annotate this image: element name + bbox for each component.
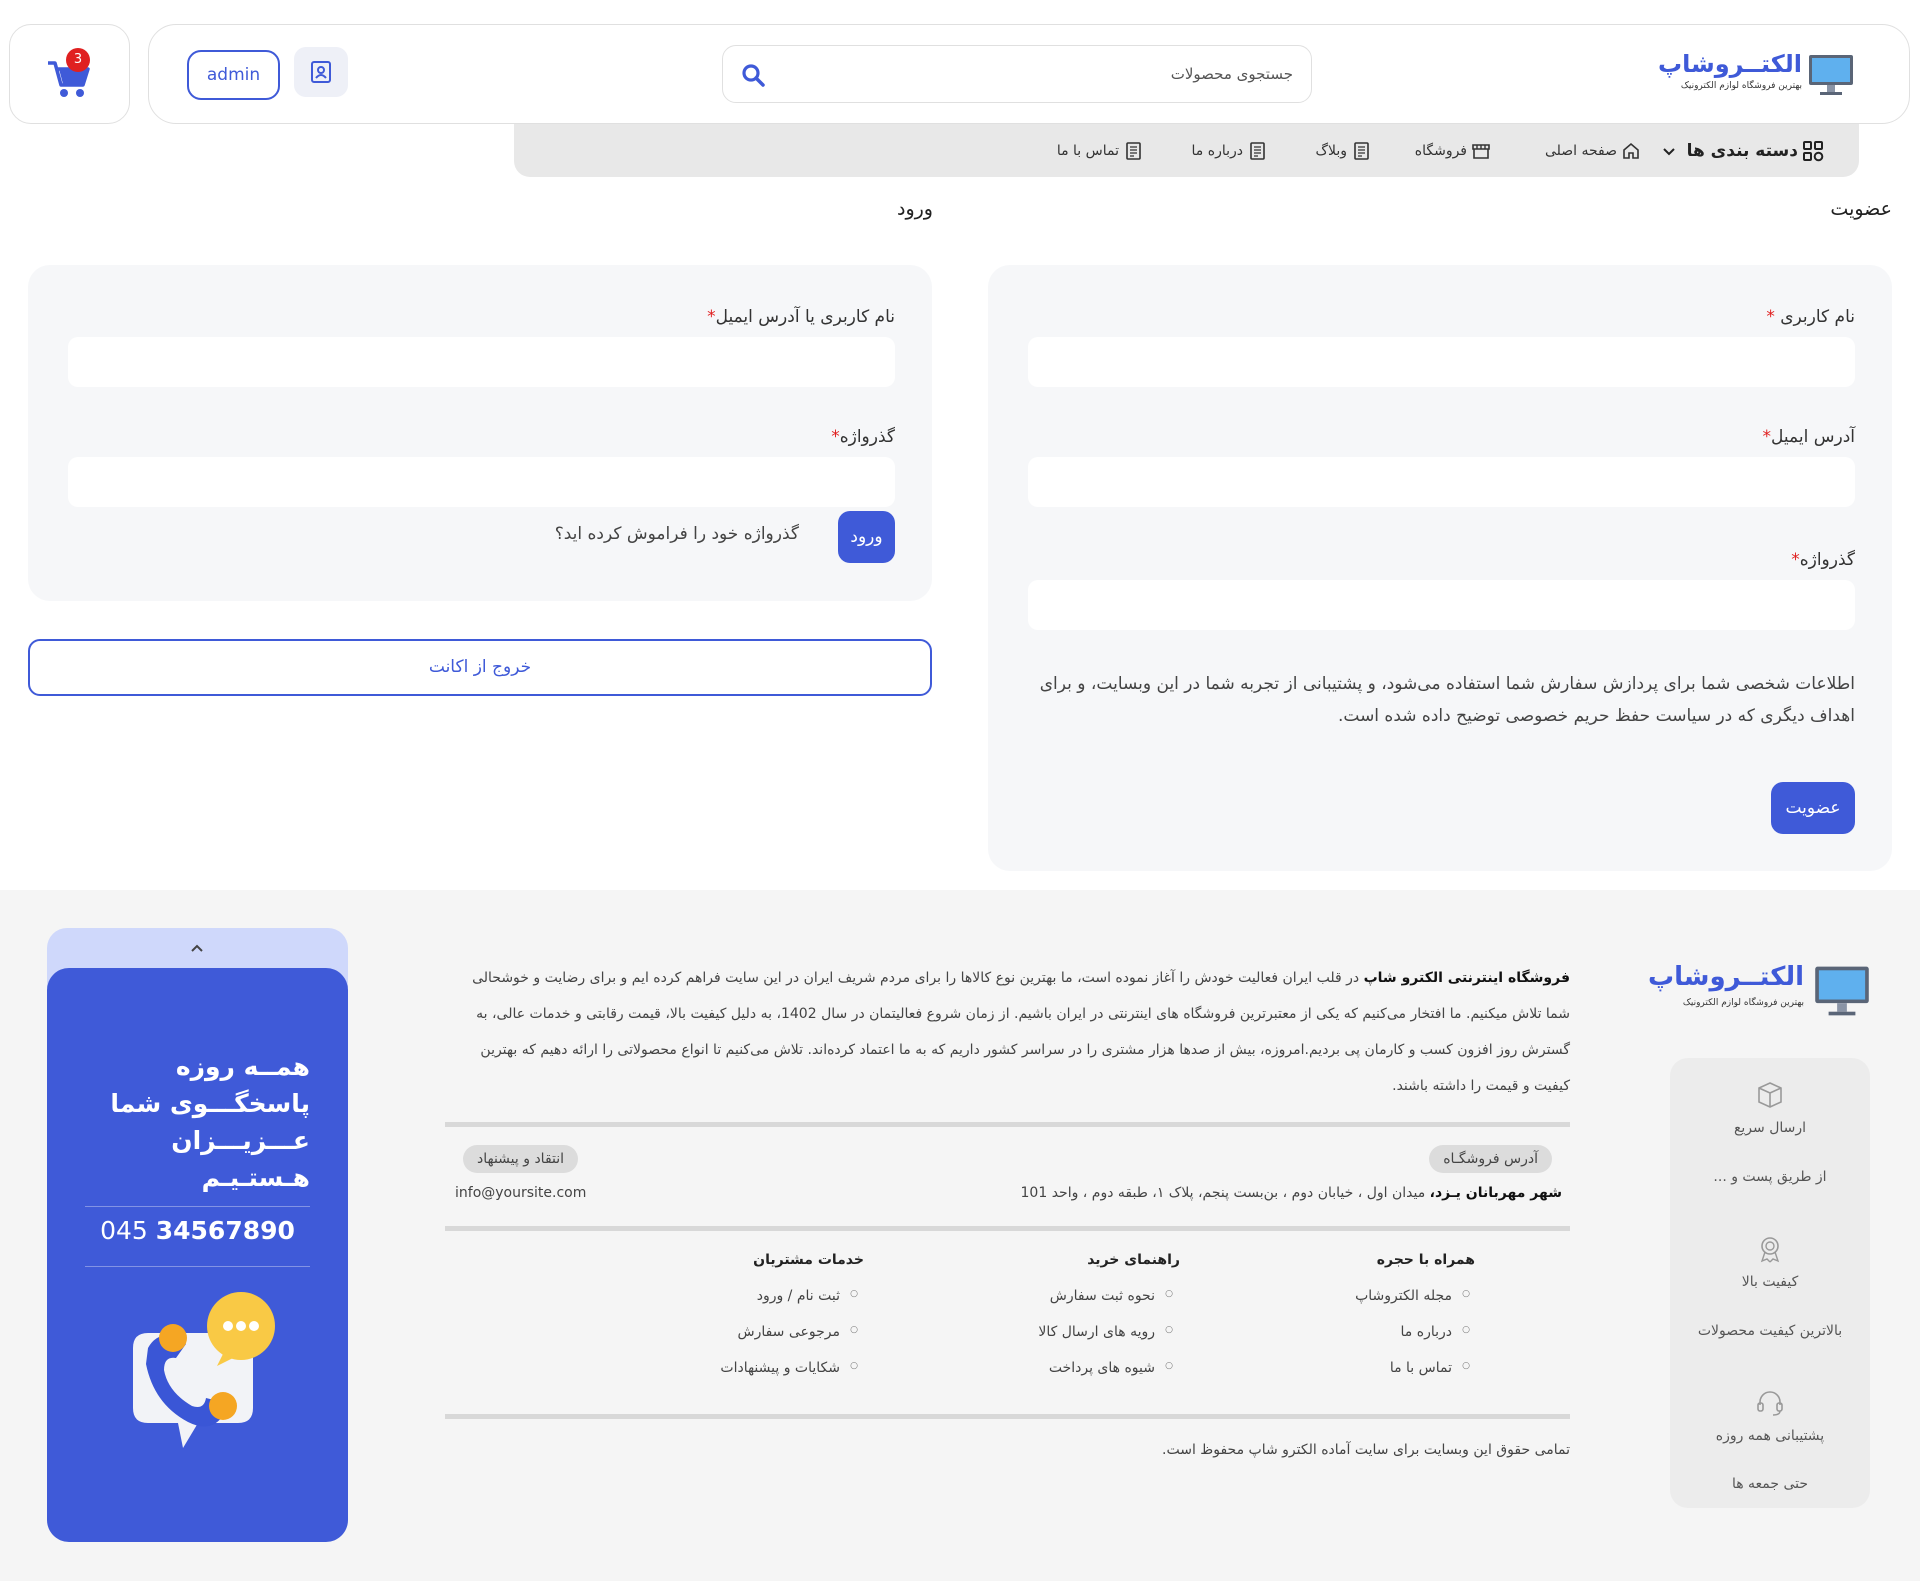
footer-link[interactable]: درباره ما	[1401, 1324, 1471, 1340]
divider	[445, 1122, 1570, 1127]
register-card: نام کاربری * آدرس ایمیل* گذرواژه* اطلاعا…	[988, 265, 1892, 871]
login-button[interactable]: ورود	[838, 511, 895, 563]
login-password-label: گذرواژه*	[831, 427, 895, 447]
footer-link[interactable]: مجله الکتروشاپ	[1355, 1288, 1470, 1304]
nav-item-label: صفحه اصلی	[1544, 143, 1617, 159]
privacy-notice: اطلاعات شخصی شما برای پردازش سفارش شما ا…	[1039, 674, 1855, 726]
nav-item-shop[interactable]: فروشگاه	[1415, 138, 1491, 164]
package-icon	[1758, 1082, 1782, 1108]
username-label: نام کاربری *	[1766, 307, 1855, 327]
register-username-input[interactable]	[1028, 337, 1855, 387]
login-title: ورود	[897, 198, 933, 220]
login-username-input[interactable]	[68, 337, 895, 387]
nav-item-contact[interactable]: تماس با ما	[1057, 138, 1143, 164]
contact-email[interactable]: info@yoursite.com	[455, 1185, 586, 1201]
nav-item-label: تماس با ما	[1056, 143, 1119, 159]
chevron-down-icon	[1662, 148, 1675, 156]
register-email-input[interactable]	[1028, 457, 1855, 507]
features-card: ارسال سریع از طریق پست و ... کیفیت بالا …	[1670, 1058, 1870, 1508]
about-text: فروشگاه اینترنتی الکترو شاپ در قلب ایران…	[445, 960, 1570, 1104]
register-password-input[interactable]	[1028, 580, 1855, 630]
login-username-label: نام کاربری یا آدرس ایمیل*	[707, 307, 895, 327]
footer-logo[interactable]: الکتــروشاپ بهترین فروشگاه لوازم الکترون…	[1648, 962, 1870, 1022]
support-card: همــه روزه پاسخگـــوی شما عـــزیـــزان ه…	[47, 968, 348, 1542]
divider	[85, 1266, 310, 1267]
password-label: گذرواژه*	[1791, 550, 1855, 570]
address-pill: آدرس فروشگـاه	[1429, 1145, 1552, 1173]
feature-desc: بالاترین کیفیت محصولات	[1697, 1323, 1843, 1339]
cart-count-badge: 3	[66, 48, 90, 72]
contact-button[interactable]	[294, 47, 348, 97]
footer-col-title: راهنمای خرید	[1087, 1252, 1180, 1268]
copyright-text: تمامی حقوق این وبسایت برای سایت آماده ال…	[1162, 1442, 1570, 1458]
newspaper-icon	[1354, 142, 1369, 160]
register-title: عضویت	[1830, 198, 1892, 220]
nav-item-about[interactable]: درباره ما	[1192, 138, 1267, 164]
logo-title: الکتــروشاپ	[1658, 50, 1802, 78]
logo-subtitle: بهترین فروشگاه لوازم الکترونیک	[1680, 81, 1802, 91]
about-bold: فروشگاه اینترنتی الکترو شاپ	[1363, 970, 1570, 986]
footer-col-title: خدمات مشتریان	[753, 1252, 864, 1268]
account-button[interactable]: admin	[187, 50, 280, 100]
login-password-input[interactable]	[68, 457, 895, 507]
search-box	[722, 45, 1312, 103]
support-phone[interactable]: 045 34567890	[47, 1216, 348, 1245]
award-icon	[1760, 1237, 1780, 1263]
feature-desc: حتی جمعه ها	[1731, 1476, 1809, 1492]
store-icon	[1472, 144, 1490, 159]
feature-title: کیفیت بالا	[1741, 1274, 1799, 1290]
feedback-pill: انتقاد و پیشنهاد	[463, 1145, 579, 1173]
support-message: همــه روزه پاسخگـــوی شما عـــزیـــزان ه…	[110, 1052, 310, 1192]
feature-desc: از طریق پست و ...	[1713, 1169, 1827, 1185]
monitor-icon	[1809, 55, 1853, 95]
cart-button[interactable]: 3	[9, 24, 130, 124]
nav-item-label: درباره ما	[1191, 143, 1243, 159]
logout-button[interactable]: خروج از اکانت	[28, 639, 932, 696]
footer-link[interactable]: تماس با ما	[1390, 1360, 1470, 1376]
header: الکتــروشاپ بهترین فروشگاه لوازم الکترون…	[148, 24, 1910, 124]
store-address: شهر مهربانان یـزد، میدان اول ، خیابان دو…	[1020, 1185, 1562, 1201]
footer-link[interactable]: شکایات و پیشنهادات	[720, 1360, 857, 1376]
chevron-up-icon	[191, 944, 203, 952]
footer-col-title: همراه با حجره	[1376, 1252, 1475, 1268]
login-card: نام کاربری یا آدرس ایمیل* گذرواژه* ورود …	[28, 265, 932, 601]
feature-title: پشتیبانی همه روزه	[1715, 1428, 1825, 1444]
footer-link[interactable]: رویه های ارسال کالا	[1038, 1324, 1172, 1340]
email-label: آدرس ایمیل*	[1762, 427, 1855, 447]
divider	[85, 1206, 310, 1207]
headset-icon	[1757, 1391, 1783, 1416]
footer-link[interactable]: شیوه های پرداخت	[1049, 1360, 1173, 1376]
nav-item-label: وبلاگ	[1315, 143, 1347, 159]
divider	[445, 1226, 1570, 1231]
search-icon[interactable]	[741, 63, 765, 87]
footer: الکتــروشاپ بهترین فروشگاه لوازم الکترون…	[0, 890, 1920, 1581]
home-icon	[1623, 142, 1639, 159]
main-nav: دسته بندی ها صفحه اصلی فروشگاه وبلاگ درب…	[514, 124, 1859, 177]
footer-link[interactable]: ثبت نام / ورود	[757, 1288, 859, 1304]
footer-logo-subtitle: بهترین فروشگاه لوازم الکترونیک	[1682, 998, 1804, 1008]
phone-chat-icon	[133, 1292, 275, 1448]
monitor-icon	[1815, 966, 1869, 1016]
nav-categories[interactable]: دسته بندی ها	[1661, 138, 1824, 164]
register-button[interactable]: عضویت	[1771, 782, 1855, 834]
footer-link[interactable]: مرجوعی سفارش	[737, 1324, 857, 1340]
nav-categories-label: دسته بندی ها	[1686, 141, 1798, 161]
document-icon	[1126, 142, 1141, 160]
about-body: در قلب ایران فعالیت خودش را آغاز نموده ا…	[472, 970, 1570, 1094]
search-input[interactable]	[793, 46, 1293, 102]
feature-title: ارسال سریع	[1733, 1120, 1807, 1136]
nav-item-home[interactable]: صفحه اصلی	[1545, 138, 1641, 164]
nav-item-blog[interactable]: وبلاگ	[1315, 138, 1371, 164]
footer-logo-title: الکتــروشاپ	[1648, 962, 1804, 992]
divider	[445, 1414, 1570, 1419]
site-logo[interactable]: الکتــروشاپ بهترین فروشگاه لوازم الکترون…	[1658, 50, 1854, 97]
nav-item-label: فروشگاه	[1414, 143, 1467, 159]
forgot-password-link[interactable]: گذرواژه خود را فراموش کرده اید؟	[555, 524, 799, 544]
document-icon	[1250, 142, 1265, 160]
contact-card-icon	[311, 61, 331, 83]
grid-icon	[1803, 141, 1824, 162]
footer-link[interactable]: نحوه ثبت سفارش	[1050, 1288, 1173, 1304]
